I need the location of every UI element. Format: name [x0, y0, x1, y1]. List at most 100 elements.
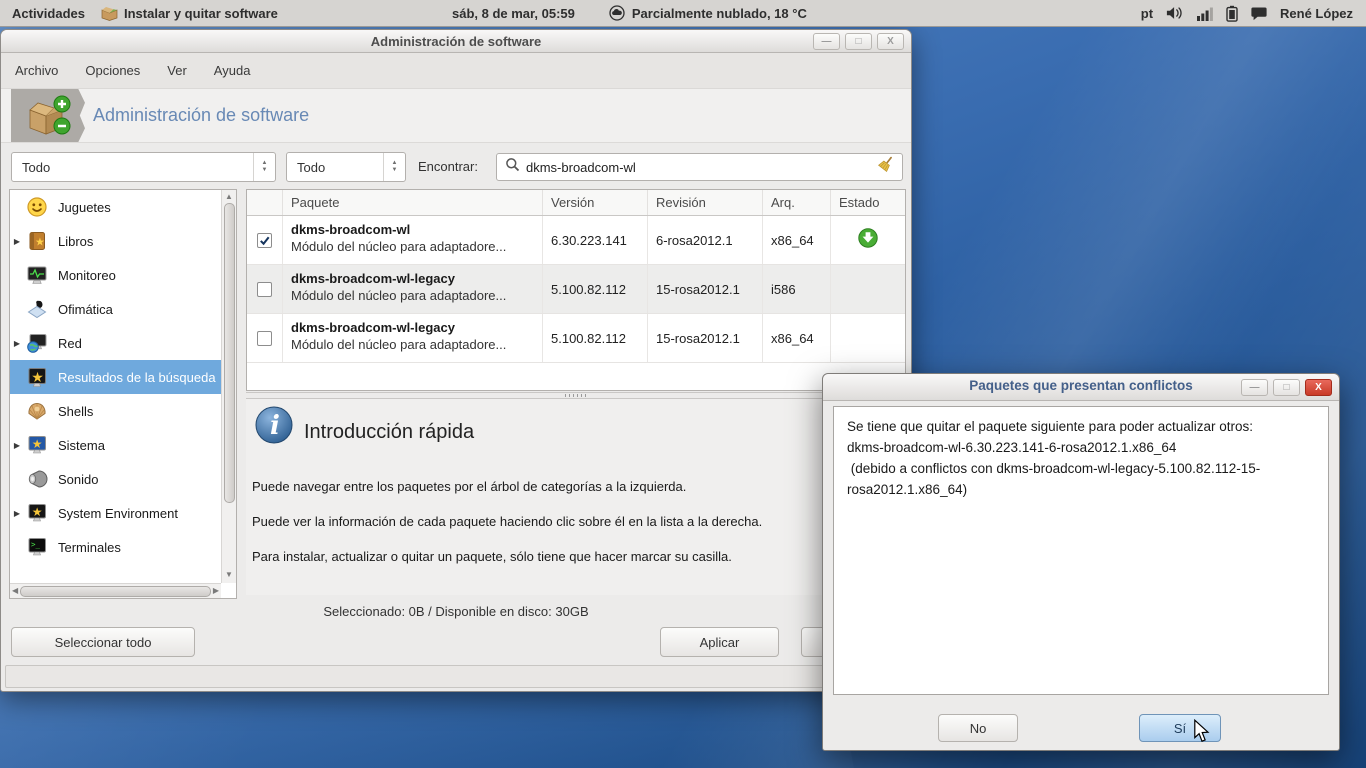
sidebar-item-system-environment[interactable]: ▶ ★ System Environment — [10, 496, 221, 530]
category-filter-select[interactable]: Todo ▲ ▼ — [11, 152, 276, 182]
sidebar-vertical-scrollbar[interactable]: ▲ ▼ — [221, 190, 236, 583]
book-icon: ★ — [24, 229, 50, 253]
no-button[interactable]: No — [938, 714, 1018, 742]
keyboard-layout-indicator[interactable]: pt — [1141, 6, 1153, 21]
package-table: Paquete Versión Revisión Arq. Estado dkm… — [246, 189, 906, 391]
search-input[interactable] — [526, 159, 872, 175]
sidebar-item-sistema[interactable]: ▶ ★ Sistema — [10, 428, 221, 462]
quick-intro-panel: i Introducción rápida Puede navegar entr… — [246, 399, 906, 595]
minimize-button[interactable]: — — [813, 33, 840, 50]
weather-cloud-icon — [609, 5, 625, 21]
spinner-arrows-icon[interactable]: ▲ ▼ — [253, 153, 275, 181]
signal-bars-icon[interactable] — [1197, 6, 1213, 21]
apply-button[interactable]: Aplicar — [660, 627, 779, 657]
header-arq[interactable]: Arq. — [763, 190, 831, 215]
table-row[interactable]: dkms-broadcom-wl-legacy Módulo del núcle… — [247, 265, 905, 314]
focused-app-menu[interactable]: Instalar y quitar software — [101, 5, 278, 21]
row-checkbox-checked[interactable] — [257, 232, 272, 248]
conflict-dialog: Paquetes que presentan conflictos — □ X … — [822, 373, 1340, 751]
svg-text:>_: >_ — [31, 540, 41, 549]
row-checkbox[interactable] — [257, 330, 272, 346]
dialog-minimize-button[interactable]: — — [1241, 379, 1268, 396]
dialog-close-button[interactable]: X — [1305, 379, 1332, 396]
software-manager-window: Administración de software — □ X Archivo… — [0, 29, 912, 692]
table-row[interactable]: dkms-broadcom-wl Módulo del núcleo para … — [247, 216, 905, 265]
sidebar-item-shells[interactable]: Shells — [10, 394, 221, 428]
terminal-icon: >_ — [24, 535, 50, 559]
clear-broom-icon[interactable] — [878, 156, 894, 178]
row-checkbox[interactable] — [257, 281, 272, 297]
mouse-cursor — [1191, 718, 1213, 748]
menu-archivo[interactable]: Archivo — [15, 63, 58, 78]
activities-button[interactable]: Actividades — [12, 6, 85, 21]
dialog-maximize-button[interactable]: □ — [1273, 379, 1300, 396]
shell-icon — [24, 399, 50, 423]
search-icon — [505, 157, 520, 177]
header-version[interactable]: Versión — [543, 190, 648, 215]
svg-text:★: ★ — [31, 369, 44, 385]
install-download-icon — [857, 227, 879, 254]
status-filter-select[interactable]: Todo ▲ ▼ — [286, 152, 406, 182]
monitor-pulse-icon — [24, 263, 50, 287]
disk-status-line: Seleccionado: 0B / Disponible en disco: … — [323, 604, 589, 619]
expander-icon[interactable]: ▶ — [10, 509, 24, 518]
page-title: Administración de software — [93, 105, 310, 125]
info-paragraph: Para instalar, actualizar o quitar un pa… — [252, 549, 732, 564]
header-revision[interactable]: Revisión — [648, 190, 763, 215]
sidebar-item-red[interactable]: ▶ Red — [10, 326, 221, 360]
speaker-icon — [24, 467, 50, 491]
svg-text:★: ★ — [35, 237, 45, 249]
info-paragraph: Puede ver la información de cada paquete… — [252, 514, 763, 529]
spinner-arrows-icon[interactable]: ▲ ▼ — [383, 153, 405, 181]
sidebar-item-partial[interactable] — [10, 564, 221, 583]
expander-icon[interactable]: ▶ — [10, 339, 24, 348]
header-band: Administración de software — [1, 89, 911, 143]
search-box[interactable] — [496, 153, 903, 181]
dialog-title-bar[interactable]: Paquetes que presentan conflictos — □ X — [823, 374, 1339, 401]
expander-icon[interactable]: ▶ — [10, 237, 24, 246]
sidebar-item-resultados-busqueda[interactable]: ★ Resultados de la búsqueda — [10, 360, 221, 394]
user-menu[interactable]: René López — [1280, 6, 1353, 21]
clock[interactable]: sáb, 8 de mar, 05:59 — [452, 6, 575, 21]
partial-icon — [24, 569, 50, 583]
table-row[interactable]: dkms-broadcom-wl-legacy Módulo del núcle… — [247, 314, 905, 363]
svg-text:i: i — [270, 411, 280, 441]
volume-icon[interactable] — [1166, 5, 1184, 21]
info-icon: i — [254, 405, 294, 450]
window-title-bar[interactable]: Administración de software — □ X — [1, 30, 911, 53]
sidebar-item-terminales[interactable]: >_ Terminales — [10, 530, 221, 564]
table-header-row[interactable]: Paquete Versión Revisión Arq. Estado — [247, 190, 905, 216]
conflict-message: Se tiene que quitar el paquete siguiente… — [833, 406, 1329, 695]
maximize-button[interactable]: □ — [845, 33, 872, 50]
software-box-icon — [11, 89, 85, 142]
expander-icon[interactable]: ▶ — [10, 441, 24, 450]
menu-bar: Archivo Opciones Ver Ayuda — [1, 53, 911, 89]
sidebar-item-libros[interactable]: ▶ ★ Libros — [10, 224, 221, 258]
weather-widget[interactable]: Parcialmente nublado, 18 °C — [609, 5, 807, 21]
info-heading: Introducción rápida — [304, 421, 475, 443]
star-monitor-dark-icon: ★ — [24, 501, 50, 525]
sidebar-item-monitoreo[interactable]: Monitoreo — [10, 258, 221, 292]
app-box-icon — [101, 5, 118, 21]
select-all-button[interactable]: Seleccionar todo — [11, 627, 195, 657]
info-paragraph: Puede navegar entre los paquetes por el … — [252, 479, 687, 494]
close-button[interactable]: X — [877, 33, 904, 50]
battery-icon[interactable] — [1226, 5, 1238, 22]
sidebar-item-juguetes[interactable]: Juguetes — [10, 190, 221, 224]
menu-opciones[interactable]: Opciones — [85, 63, 140, 78]
star-monitor-blue-icon: ★ — [24, 433, 50, 457]
header-paquete[interactable]: Paquete — [283, 190, 543, 215]
sidebar-horizontal-scrollbar[interactable]: ◀ ▶ — [10, 583, 221, 598]
header-estado[interactable]: Estado — [831, 190, 905, 215]
svg-text:★: ★ — [32, 437, 43, 451]
find-label: Encontrar: — [418, 159, 478, 174]
pane-splitter[interactable] — [246, 392, 906, 399]
menu-ayuda[interactable]: Ayuda — [214, 63, 251, 78]
chat-bubble-icon[interactable] — [1251, 6, 1267, 21]
sidebar-item-ofimatica[interactable]: Ofimática — [10, 292, 221, 326]
network-globe-icon — [24, 331, 50, 355]
sidebar-item-sonido[interactable]: Sonido — [10, 462, 221, 496]
office-desk-icon — [24, 297, 50, 321]
menu-ver[interactable]: Ver — [167, 63, 187, 78]
window-title: Administración de software — [370, 34, 542, 49]
